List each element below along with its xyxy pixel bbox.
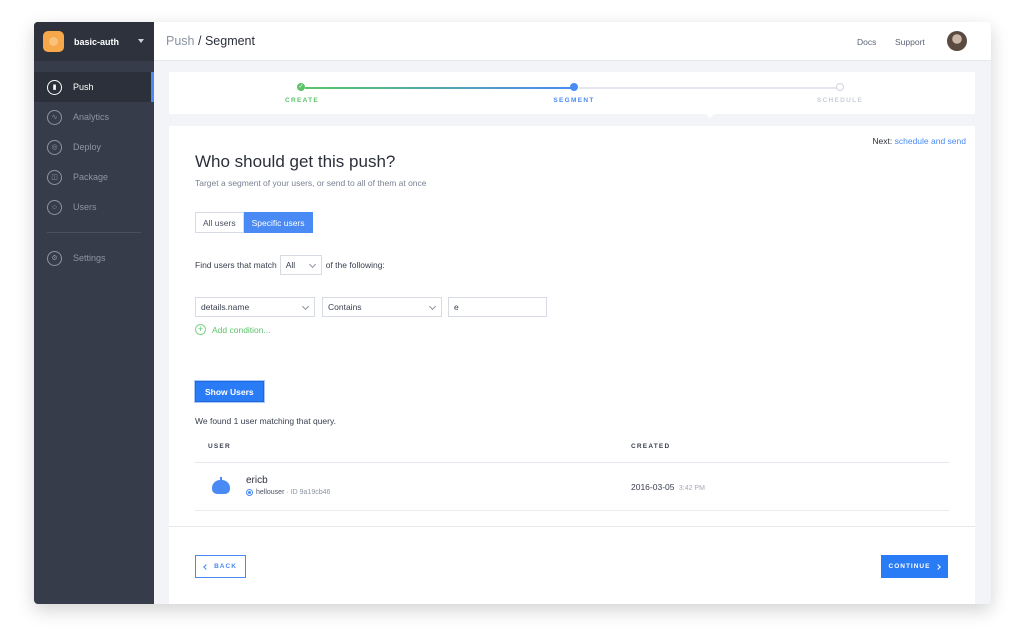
match-select[interactable]: All (279, 255, 322, 275)
user-id: · ID 9a19cb46 (286, 489, 331, 496)
created-date: 2016-03-05 (631, 482, 675, 492)
created-cell: 2016-03-05 3:42 PM (631, 482, 705, 492)
step-connector-gradient (309, 87, 574, 89)
condition-field-select[interactable]: details.name (195, 297, 315, 317)
add-condition-label: Add condition... (212, 324, 271, 335)
package-icon: ◫ (47, 169, 62, 185)
column-header-created: CREATED (631, 443, 671, 450)
schedule-and-send-link[interactable]: schedule and send (895, 136, 966, 146)
breadcrumb-separator: / (197, 34, 202, 48)
check-icon: ✓ (297, 83, 305, 91)
sidebar-item-label: Analytics (73, 112, 110, 122)
sidebar-divider (47, 232, 141, 233)
docs-link[interactable]: Docs (857, 37, 876, 47)
sidebar-item-label: Users (73, 202, 97, 212)
table-row[interactable]: ericb hellouser · ID 9a19cb46 2016-03-05… (195, 463, 949, 511)
audience-toggle: All users Specific users (195, 212, 313, 233)
push-icon: ▮ (47, 79, 62, 95)
next-prefix: Next: (872, 136, 893, 146)
sidebar-item-users[interactable]: ☺ Users (34, 192, 154, 222)
user-avatar[interactable] (947, 31, 967, 51)
chevron-down-icon (301, 302, 310, 311)
step-segment[interactable]: SEGMENT (553, 97, 594, 104)
next-step: Next: schedule and send (872, 136, 966, 146)
continue-button[interactable]: CONTINUE (881, 555, 948, 578)
app-icon (246, 489, 253, 496)
sidebar-item-label: Package (73, 172, 109, 182)
user-avatar-icon (212, 477, 230, 494)
sidebar-item-deploy[interactable]: ◎ Deploy (34, 132, 154, 162)
match-row: Find users that match All of the followi… (195, 255, 385, 275)
sidebar-item-settings[interactable]: ⚙ Settings (34, 243, 154, 273)
deploy-icon: ◎ (47, 139, 62, 155)
sidebar-item-push[interactable]: ▮ Push (34, 72, 154, 102)
users-icon: ☺ (47, 199, 62, 215)
support-link[interactable]: Support (895, 37, 925, 47)
progress-stepper: ✓ CREATE SEGMENT SCHEDULE (169, 72, 975, 118)
condition-value-text: e (454, 302, 459, 312)
page-title: Segment (204, 34, 255, 48)
caret-down-icon (138, 39, 144, 43)
step-connector-upcoming (579, 87, 839, 89)
condition-field-value: details.name (201, 302, 250, 312)
match-select-value: All (285, 260, 296, 270)
condition-operator-value: Contains (328, 302, 362, 312)
user-meta: hellouser · ID 9a19cb46 (246, 489, 330, 496)
condition-value-input[interactable]: e (448, 297, 547, 317)
sidebar: basic-auth ▮ Push ∿ Analytics ◎ Deploy ◫… (34, 22, 154, 604)
segment-card: Next: schedule and send Who should get t… (169, 126, 975, 604)
card-title: Who should get this push? (195, 152, 396, 171)
app-window: basic-auth ▮ Push ∿ Analytics ◎ Deploy ◫… (34, 22, 991, 604)
sidebar-nav: ▮ Push ∿ Analytics ◎ Deploy ◫ Package ☺ … (34, 72, 154, 273)
sidebar-item-label: Settings (73, 253, 106, 263)
step-schedule[interactable]: SCHEDULE (817, 97, 863, 104)
chevron-right-icon (935, 563, 942, 570)
created-time: 3:42 PM (678, 485, 705, 492)
user-name: ericb (246, 475, 268, 486)
app-logo (43, 31, 64, 52)
back-label: BACK (214, 563, 237, 570)
condition-operator-select[interactable]: Contains (322, 297, 442, 317)
card-subtitle: Target a segment of your users, or send … (195, 178, 427, 188)
match-prefix: Find users that match (195, 260, 277, 270)
plus-icon: + (195, 324, 206, 335)
step-create[interactable]: CREATE (285, 97, 319, 104)
app-name: basic-auth (74, 36, 120, 47)
breadcrumb-parent[interactable]: Push (166, 34, 195, 48)
chevron-down-icon (428, 302, 437, 311)
continue-label: CONTINUE (888, 563, 931, 570)
chevron-left-icon (203, 563, 209, 570)
all-users-button[interactable]: All users (195, 212, 244, 233)
specific-users-button[interactable]: Specific users (243, 212, 313, 233)
condition-row: details.name Contains e (195, 297, 547, 317)
step-upcoming-dot (836, 83, 844, 91)
back-button[interactable]: BACK (195, 555, 246, 578)
results-summary: We found 1 user matching that query. (195, 416, 336, 426)
sidebar-item-label: Deploy (73, 142, 102, 152)
footer-divider (169, 526, 975, 527)
settings-icon: ⚙ (47, 250, 62, 266)
show-users-button[interactable]: Show Users (195, 381, 264, 402)
breadcrumb: Push / Segment (166, 34, 255, 48)
step-pointer (704, 112, 716, 118)
top-header: Push / Segment Docs Support (154, 22, 991, 61)
chevron-down-icon (308, 260, 316, 269)
app-switcher[interactable]: basic-auth (34, 22, 154, 61)
sidebar-item-package[interactable]: ◫ Package (34, 162, 154, 192)
sidebar-item-analytics[interactable]: ∿ Analytics (34, 102, 154, 132)
match-suffix: of the following: (325, 260, 385, 270)
sidebar-item-label: Push (73, 82, 94, 92)
column-header-user: USER (208, 443, 231, 450)
add-condition-link[interactable]: + Add condition... (195, 324, 271, 335)
user-app-name: hellouser (256, 489, 285, 496)
step-current-dot (570, 83, 578, 91)
analytics-icon: ∿ (47, 109, 62, 125)
